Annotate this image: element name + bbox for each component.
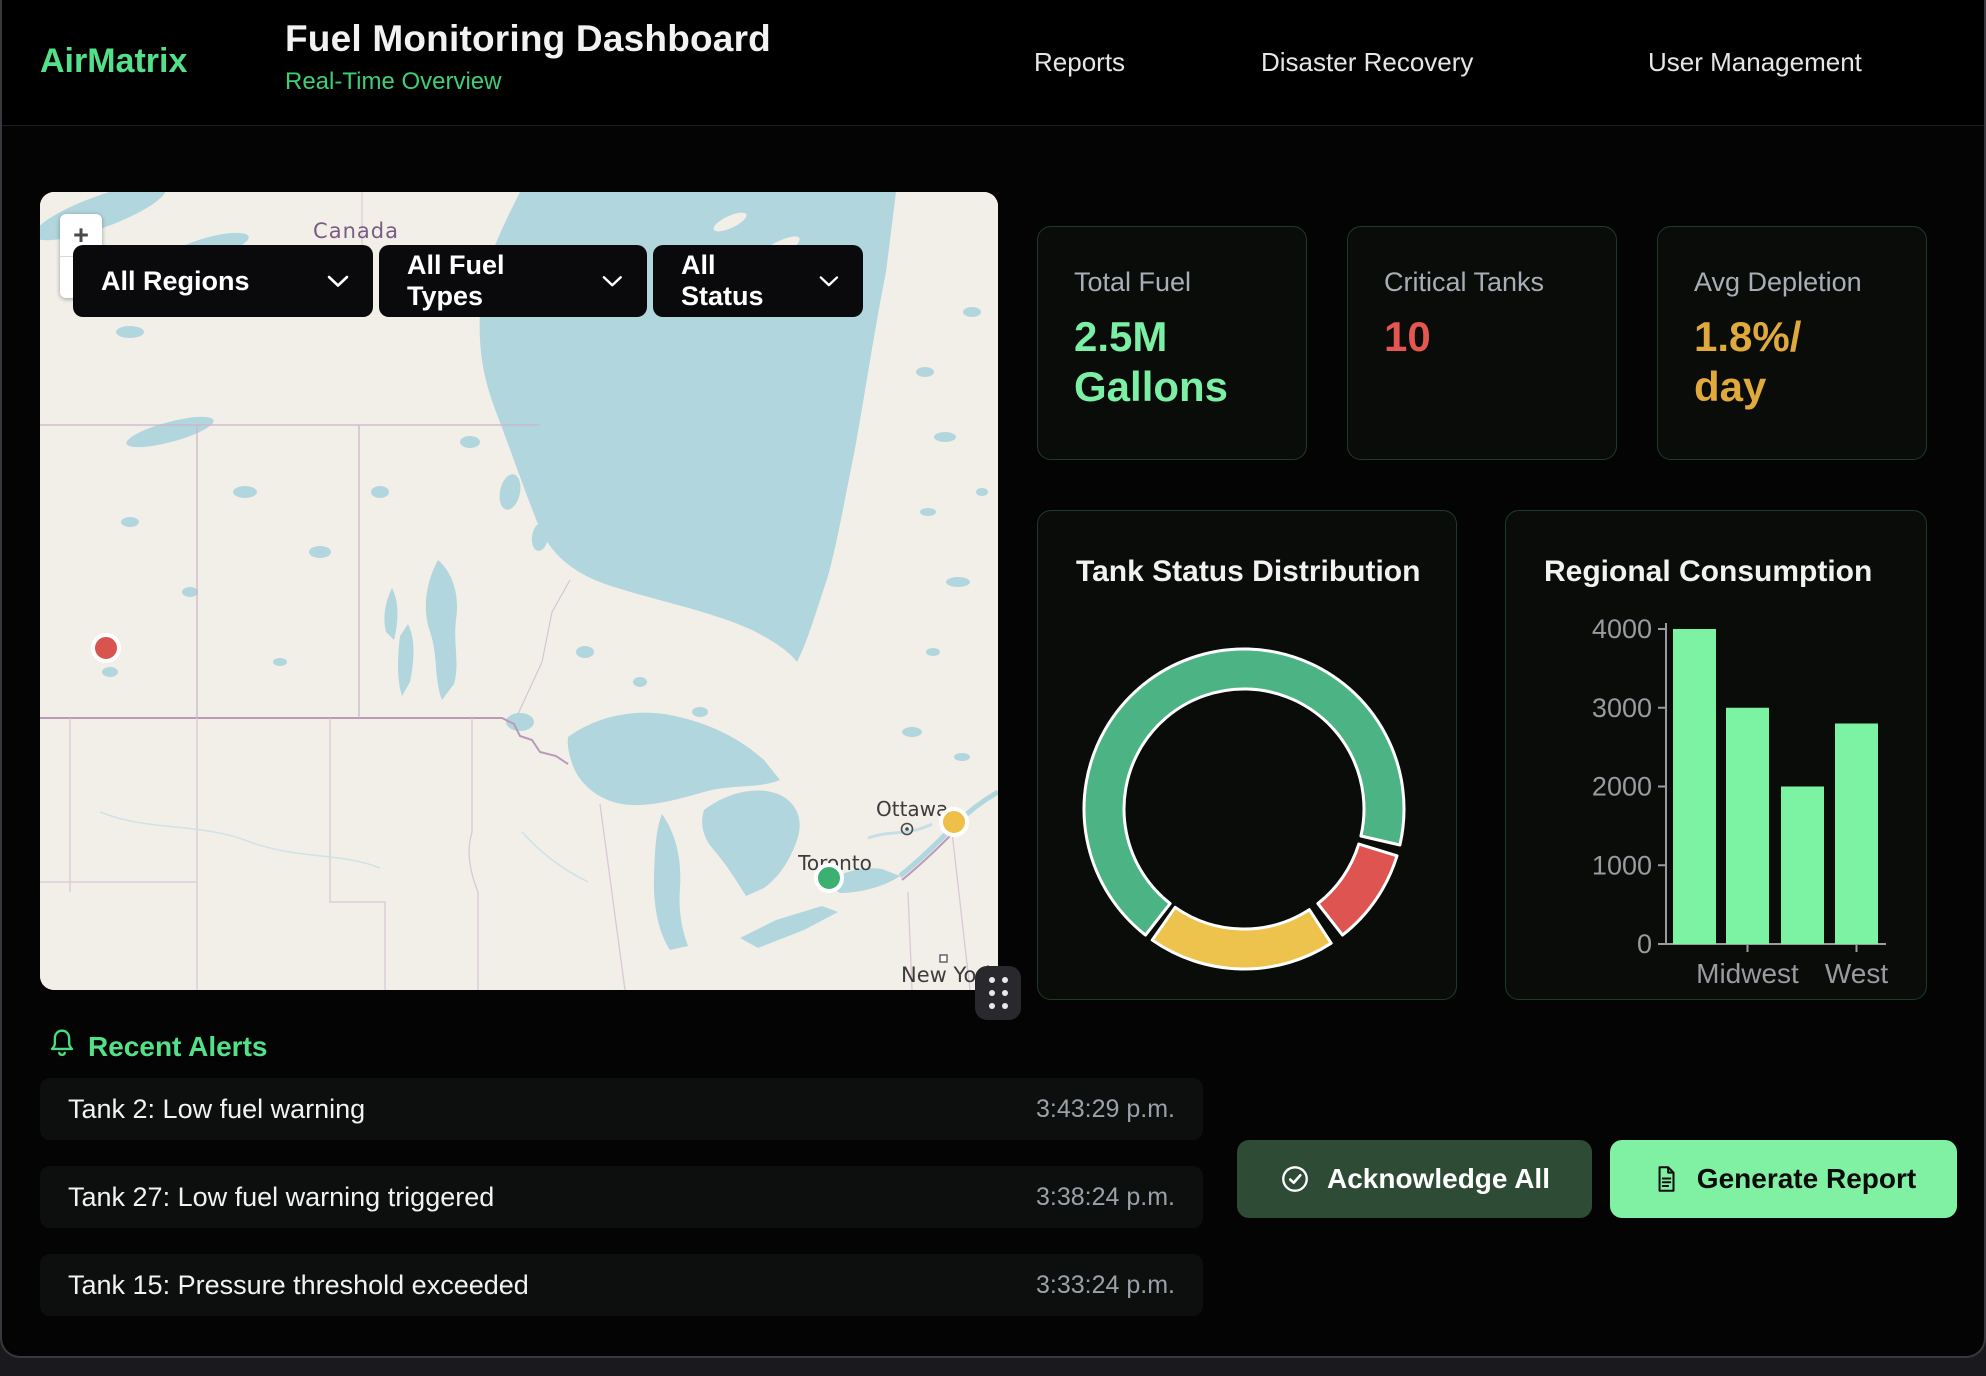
map-label-ottawa: Ottawa [876,797,948,821]
svg-text:West: West [1825,958,1888,989]
title-block: Fuel Monitoring Dashboard Real-Time Over… [285,18,771,96]
alerts-section-title: Recent Alerts [88,1031,267,1063]
nav-user-management[interactable]: User Management [1648,47,1862,78]
alert-timestamp: 3:33:24 p.m. [1036,1271,1175,1300]
alert-row: Tank 27: Low fuel warning triggered 3:38… [40,1166,1203,1228]
stat-card-total-fuel: Total Fuel 2.5MGallons [1037,226,1307,460]
fuel-type-filter-dropdown[interactable]: All Fuel Types [379,245,647,317]
stat-value: 1.8%/day [1694,312,1906,413]
svg-text:Midwest: Midwest [1696,958,1799,989]
svg-text:1000: 1000 [1592,850,1652,880]
stat-value: 10 [1384,312,1596,362]
alert-row: Tank 2: Low fuel warning 3:43:29 p.m. [40,1078,1203,1140]
status-filter-dropdown[interactable]: All Status [653,245,863,317]
donut-chart-title: Tank Status Distribution [1076,555,1420,589]
app-window: AirMatrix Fuel Monitoring Dashboard Real… [0,0,1986,1358]
stat-label: Avg Depletion [1694,267,1906,298]
document-icon [1651,1164,1681,1194]
check-circle-icon [1279,1163,1311,1195]
brand-logo: AirMatrix [40,42,187,81]
region-filter-dropdown[interactable]: All Regions [73,245,373,317]
header: AirMatrix Fuel Monitoring Dashboard Real… [2,0,1984,126]
svg-text:4000: 4000 [1592,614,1652,644]
generate-report-label: Generate Report [1697,1163,1916,1195]
map-panel[interactable]: Canada Ottawa Toronto New York + − All R… [40,192,998,990]
stat-card-avg-depletion: Avg Depletion 1.8%/day [1657,226,1927,460]
bar-chart-card: Regional Consumption 01000200030004000Mi… [1505,510,1927,1000]
bell-icon [46,1026,78,1060]
page-subtitle: Real-Time Overview [285,68,771,96]
status-filter-value: All Status [681,250,793,312]
nav-disaster-recovery[interactable]: Disaster Recovery [1261,47,1473,78]
svg-text:0: 0 [1637,929,1652,959]
tank-marker-warning[interactable] [939,807,969,837]
alert-message: Tank 27: Low fuel warning triggered [68,1182,494,1213]
tank-marker-critical[interactable] [91,633,121,663]
stat-label: Critical Tanks [1384,267,1596,298]
map-label-country: Canada [313,219,399,243]
alert-timestamp: 3:38:24 p.m. [1036,1183,1175,1212]
stat-value: 2.5MGallons [1074,312,1286,413]
tank-marker-normal[interactable] [814,863,844,893]
svg-text:3000: 3000 [1592,693,1652,723]
page-title: Fuel Monitoring Dashboard [285,18,771,60]
acknowledge-all-button[interactable]: Acknowledge All [1237,1140,1592,1218]
chevron-down-icon [327,275,349,288]
generate-report-button[interactable]: Generate Report [1610,1140,1957,1218]
regional-consumption-bar-chart: 0 1000 2000 3000 4000 Midwest West [1506,511,1928,1001]
nav-reports[interactable]: Reports [1034,47,1125,78]
chevron-down-icon [819,275,839,288]
alert-message: Tank 2: Low fuel warning [68,1094,365,1125]
alert-message: Tank 15: Pressure threshold exceeded [68,1270,529,1301]
svg-text:2000: 2000 [1592,772,1652,802]
resize-grip-handle[interactable] [975,966,1021,1020]
alert-row: Tank 15: Pressure threshold exceeded 3:3… [40,1254,1203,1316]
chevron-down-icon [602,275,623,288]
stat-card-critical-tanks: Critical Tanks 10 [1347,226,1617,460]
fuel-type-filter-value: All Fuel Types [407,250,576,312]
acknowledge-all-label: Acknowledge All [1327,1163,1550,1195]
stat-label: Total Fuel [1074,267,1286,298]
tank-status-donut-chart [1038,599,1458,999]
donut-chart-card: Tank Status Distribution [1037,510,1457,1000]
alert-timestamp: 3:43:29 p.m. [1036,1095,1175,1124]
map-filter-bar: All Regions All Fuel Types All Status [73,245,863,317]
region-filter-value: All Regions [101,266,250,297]
